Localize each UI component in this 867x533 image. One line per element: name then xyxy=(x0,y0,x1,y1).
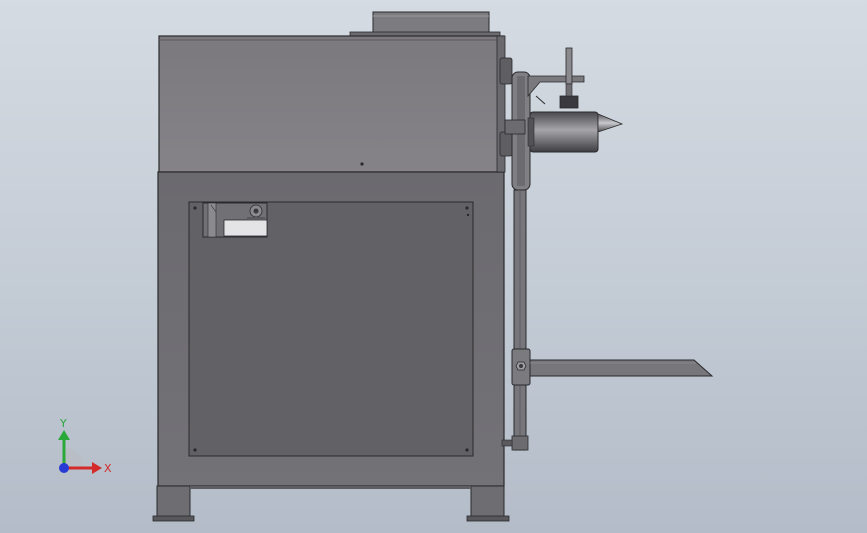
machine-legs xyxy=(152,485,510,522)
bottom-clamp xyxy=(501,435,529,451)
coordinate-triad-icon: Y X xyxy=(58,417,112,475)
cad-viewport[interactable]: Y X xyxy=(0,0,867,533)
lower-fitting xyxy=(511,348,531,386)
top-hopper xyxy=(349,11,501,37)
side-flange xyxy=(496,35,513,173)
top-adjuster xyxy=(527,47,585,109)
triad-x-label: X xyxy=(104,462,112,475)
access-panel xyxy=(188,201,474,457)
triad-y-label: Y xyxy=(59,417,67,430)
motor-bracket xyxy=(202,202,268,238)
upper-housing xyxy=(158,35,505,173)
discharge-chute xyxy=(529,359,714,377)
